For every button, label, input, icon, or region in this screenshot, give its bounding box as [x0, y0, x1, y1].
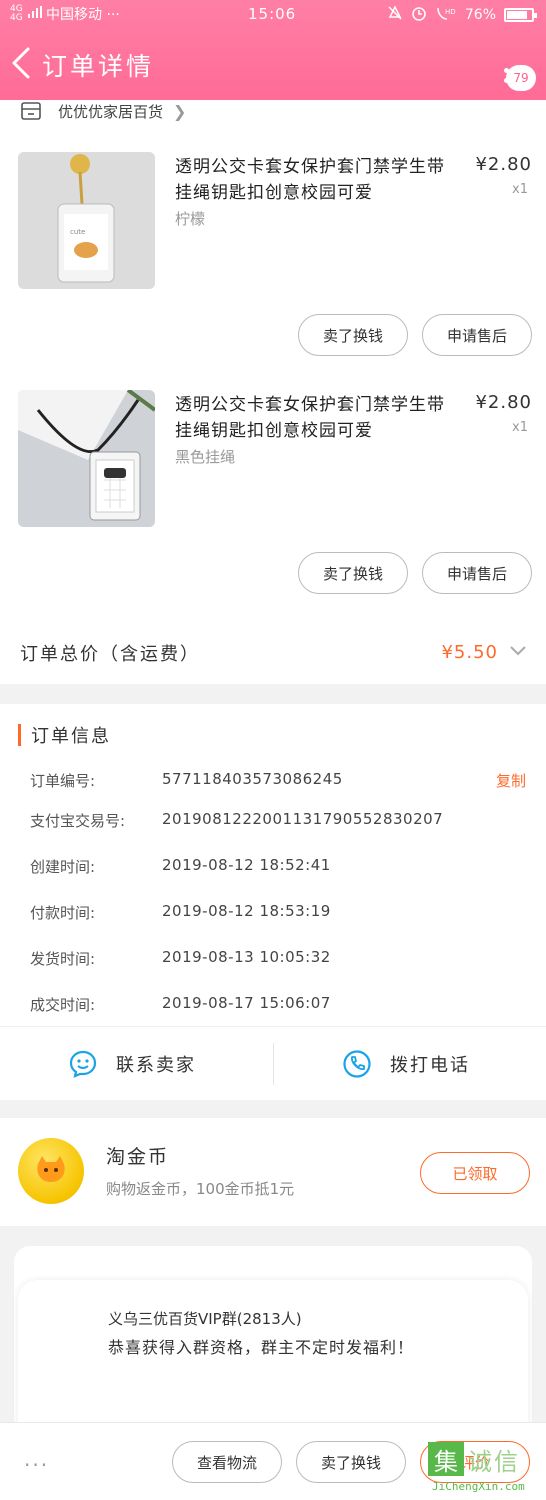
contact-seller-button[interactable]: 联系卖家 [68, 1047, 196, 1081]
product-spec: 柠檬 [175, 210, 206, 228]
item-actions: 卖了换钱 申请售后 [298, 552, 532, 594]
volte-hd-icon: HD [435, 5, 457, 25]
copy-button[interactable]: 复制 [496, 770, 526, 791]
view-logistics-button[interactable]: 查看物流 [172, 1441, 282, 1483]
watermark-char: 集 [428, 1442, 464, 1476]
product-spec: 黑色挂绳 [175, 448, 236, 466]
order-total-row[interactable]: 订单总价（含运费） ¥5.50 [0, 630, 546, 680]
contact-seller-label: 联系卖家 [116, 1055, 196, 1076]
item-actions: 卖了换钱 申请售后 [298, 314, 532, 356]
call-phone-label: 拨打电话 [390, 1055, 470, 1076]
info-value: 2019081222001131790552830207 [162, 810, 444, 828]
info-key: 支付宝交易号: [30, 812, 126, 830]
group-invite-card: 义乌三优百货VIP群(2813人) 恭喜获得入群资格，群主不定时发福利！ [14, 1246, 532, 1450]
created-time-row: 创建时间: 2019-08-12 18:52:41 [0, 852, 546, 882]
taojinbi-card: 淘金币 购物返金币，100金币抵1元 已领取 [0, 1118, 546, 1226]
order-info-heading: 订单信息 [18, 724, 111, 747]
svg-text:cute: cute [70, 228, 85, 236]
shipped-time-row: 发货时间: 2019-08-13 10:05:32 [0, 944, 546, 974]
coin-title: 淘金币 [106, 1146, 170, 1168]
app-header: 4G 4G 中国移动 ··· 15:06 HD 76% 订单详情 79 [0, 0, 546, 100]
gold-coin-icon [18, 1138, 84, 1204]
product-qty: x1 [512, 182, 528, 197]
back-arrow-icon[interactable] [8, 46, 36, 80]
battery-percent: 76% [464, 7, 496, 23]
signal-strength-text: 4G 4G [10, 4, 23, 23]
coin-claimed-button[interactable]: 已领取 [420, 1152, 530, 1194]
product-price: ¥2.80 [475, 392, 532, 413]
info-value: 2019-08-12 18:53:19 [162, 902, 331, 920]
group-name: 义乌三优百货VIP群(2813人) [108, 1310, 302, 1328]
info-key: 付款时间: [30, 904, 96, 922]
info-value: 2019-08-13 10:05:32 [162, 948, 331, 966]
order-item[interactable]: cute 透明公交卡套女保护套门禁学生带挂绳钥匙扣创意校园可爱 ¥2.80 x1… [0, 152, 546, 292]
battery-icon [504, 8, 537, 22]
chevron-down-icon[interactable] [508, 640, 528, 660]
battery-level-fill [507, 11, 527, 19]
sell-button[interactable]: 卖了换钱 [298, 314, 408, 356]
sell-button[interactable]: 卖了换钱 [298, 552, 408, 594]
message-count-badge[interactable]: 79 [506, 65, 536, 91]
coin-desc: 购物返金币，100金币抵1元 [106, 1180, 295, 1198]
paid-time-row: 付款时间: 2019-08-12 18:53:19 [0, 898, 546, 928]
order-info-card: 订单信息 订单编号: 577118403573086245 复制 支付宝交易号:… [0, 704, 546, 1100]
order-items-card: 优优优家居百货 ❯ cute 透明公交卡套女保护套门禁学生带挂绳钥匙扣创意校园可… [0, 100, 546, 684]
product-qty: x1 [512, 420, 528, 435]
alipay-trade-row: 支付宝交易号: 2019081222001131790552830207 [0, 806, 546, 836]
info-key: 成交时间: [30, 996, 96, 1014]
product-price: ¥2.80 [475, 154, 532, 175]
status-time: 15:06 [248, 5, 297, 23]
divider [273, 1043, 274, 1085]
info-key: 发货时间: [30, 950, 96, 968]
info-key: 创建时间: [30, 858, 96, 876]
completed-time-row: 成交时间: 2019-08-17 15:06:07 [0, 990, 546, 1020]
order-total-value: ¥5.50 [441, 642, 498, 663]
svg-text:HD: HD [445, 8, 456, 16]
order-item[interactable]: 透明公交卡套女保护套门禁学生带挂绳钥匙扣创意校园可爱 ¥2.80 x1 黑色挂绳 [0, 390, 546, 530]
watermark-url: JiChengXin.com [432, 1480, 525, 1493]
signal-icon [28, 6, 42, 22]
more-actions-button[interactable]: ··· [24, 1453, 49, 1477]
watermark-logo: 集 诚信 JiChengXin.com [428, 1442, 542, 1496]
product-image[interactable]: cute [18, 152, 155, 289]
store-name: 优优优家居百货 [58, 102, 164, 121]
after-sales-button[interactable]: 申请售后 [422, 314, 532, 356]
call-phone-button[interactable]: 拨打电话 [342, 1047, 470, 1081]
carrier-name: 中国移动 ··· [46, 7, 120, 23]
info-key: 订单编号: [30, 772, 96, 790]
info-value: 2019-08-12 18:52:41 [162, 856, 331, 874]
product-image[interactable] [18, 390, 155, 527]
status-bar: 4G 4G 中国移动 ··· 15:06 HD 76% [0, 0, 546, 28]
chevron-right-icon: ❯ [173, 101, 187, 121]
info-value: 2019-08-17 15:06:07 [162, 994, 331, 1012]
after-sales-button[interactable]: 申请售后 [422, 552, 532, 594]
info-value: 577118403573086245 [162, 770, 343, 788]
page-title: 订单详情 [42, 52, 155, 81]
sell-button[interactable]: 卖了换钱 [296, 1441, 406, 1483]
shop-icon [21, 102, 41, 120]
dnd-icon [387, 5, 403, 25]
store-link[interactable]: 优优优家居百货 ❯ [20, 100, 186, 122]
order-total-label: 订单总价（含运费） [20, 644, 200, 665]
product-title[interactable]: 透明公交卡套女保护套门禁学生带挂绳钥匙扣创意校园可爱 [175, 154, 455, 206]
chat-bubble-icon [69, 1050, 97, 1078]
phone-icon [343, 1050, 371, 1078]
group-message: 恭喜获得入群资格，群主不定时发福利！ [108, 1338, 415, 1357]
bottom-action-bar: ··· 查看物流 卖了换钱 评价 集 诚信 JiChengXin.com [0, 1422, 546, 1500]
alarm-icon [411, 5, 427, 25]
watermark-text: 诚信 [468, 1448, 520, 1476]
order-number-row: 订单编号: 577118403573086245 复制 [0, 766, 546, 796]
contact-bar: 联系卖家 拨打电话 [0, 1026, 546, 1100]
product-title[interactable]: 透明公交卡套女保护套门禁学生带挂绳钥匙扣创意校园可爱 [175, 392, 455, 444]
